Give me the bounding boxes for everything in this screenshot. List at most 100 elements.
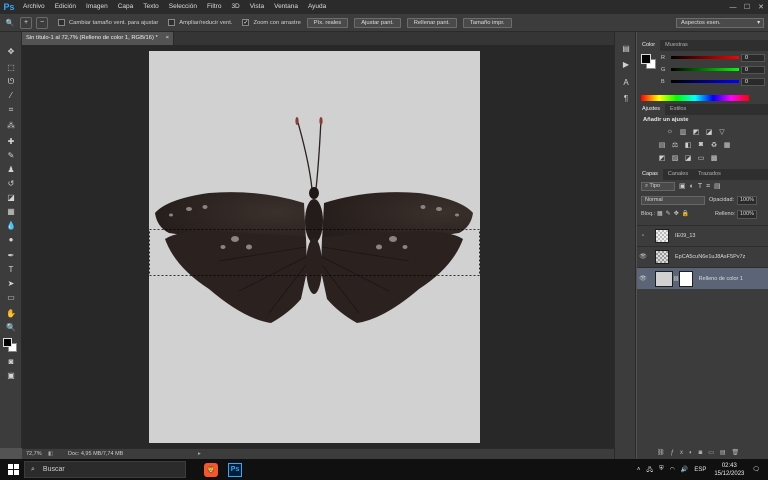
menu-texto[interactable]: Texto bbox=[138, 0, 164, 14]
menu-imagen[interactable]: Imagen bbox=[81, 0, 113, 14]
actual-pixels-button[interactable]: Píx. reales bbox=[306, 17, 349, 28]
brush-tool-icon[interactable]: ✎ bbox=[5, 150, 17, 161]
screen-mode-icon[interactable]: ▣ bbox=[5, 370, 17, 381]
workspace-select[interactable]: Aspectos esen. ▾ bbox=[676, 18, 764, 28]
pen-tool-icon[interactable]: ✒ bbox=[5, 250, 17, 261]
channel-mixer-icon[interactable]: ♻ bbox=[709, 140, 719, 149]
fit-screen-button[interactable]: Ajustar pant. bbox=[354, 17, 401, 28]
network-icon[interactable]: 🖧 bbox=[646, 465, 653, 475]
color-balance-icon[interactable]: ⚖ bbox=[670, 140, 680, 149]
chevron-up-icon[interactable]: ˄ bbox=[637, 467, 641, 473]
character-panel-icon[interactable]: A bbox=[620, 76, 632, 88]
wifi-icon[interactable]: ◠ bbox=[670, 466, 675, 473]
photo-filter-icon[interactable]: ◙ bbox=[696, 140, 706, 149]
gradient-map-icon[interactable]: ▭ bbox=[696, 153, 706, 162]
document-tab[interactable]: Sin título-1 al 72,7% (Relleno de color … bbox=[22, 32, 174, 45]
dodge-tool-icon[interactable]: ● bbox=[5, 234, 17, 245]
red-track[interactable] bbox=[671, 56, 739, 59]
green-track[interactable] bbox=[671, 68, 739, 71]
tab-layers[interactable]: Capas bbox=[637, 169, 663, 180]
visibility-off-icon[interactable]: ▫ bbox=[637, 233, 649, 239]
layer-filter-select[interactable]: ⌕ Tipo bbox=[641, 182, 675, 191]
clock[interactable]: 02:43 15/12/2023 bbox=[714, 462, 744, 478]
fill-field[interactable]: 100% bbox=[737, 210, 757, 219]
zoom-level[interactable]: 72,7% bbox=[26, 451, 48, 457]
fg-color-swatch[interactable] bbox=[641, 54, 651, 64]
selective-color-icon[interactable]: ▩ bbox=[709, 153, 719, 162]
green-slider[interactable]: G 0 bbox=[661, 65, 765, 74]
security-icon[interactable]: ⛨ bbox=[659, 466, 664, 473]
healing-brush-tool-icon[interactable]: ✚ bbox=[5, 136, 17, 147]
actions-panel-icon[interactable]: ▶ bbox=[620, 58, 632, 70]
black-white-icon[interactable]: ◧ bbox=[683, 140, 693, 149]
hue-saturation-icon[interactable]: ▤ bbox=[657, 140, 667, 149]
resize-windows-checkbox[interactable]: Cambiar tamaño vent. para ajustar bbox=[58, 19, 158, 26]
marquee-tool-icon[interactable]: ⬚ bbox=[5, 62, 17, 73]
menu-ventana[interactable]: Ventana bbox=[269, 0, 303, 14]
layer-actions[interactable]: ⛓ƒx◐◙▭▤🗑 bbox=[657, 449, 745, 456]
gradient-tool-icon[interactable]: ▦ bbox=[5, 206, 17, 217]
blur-tool-icon[interactable]: 💧 bbox=[5, 220, 17, 231]
hand-tool-icon[interactable]: ✋ bbox=[5, 308, 17, 319]
language-indicator[interactable]: ESP bbox=[694, 467, 706, 473]
foreground-swatch[interactable] bbox=[3, 338, 12, 347]
photoshop-taskbar-icon[interactable]: Ps bbox=[228, 462, 242, 477]
print-size-button[interactable]: Tamaño impr. bbox=[462, 17, 512, 28]
layer-row[interactable]: 👁 EpCA5cuN6e1uJ8AsF5Pv7z... bbox=[637, 246, 768, 266]
volume-icon[interactable]: 🔊 bbox=[681, 466, 688, 473]
quick-mask-icon[interactable]: ◙ bbox=[5, 356, 17, 367]
layer-filter-icons[interactable]: ▣◐T⌗▤ bbox=[679, 182, 725, 191]
paragraph-panel-icon[interactable]: ¶ bbox=[620, 92, 632, 104]
notifications-icon[interactable]: 🗨 bbox=[752, 466, 760, 473]
scrubby-zoom-checkbox[interactable]: ✓ Zoom con arrastre bbox=[242, 19, 301, 26]
eraser-tool-icon[interactable]: ◪ bbox=[5, 192, 17, 203]
menu-capa[interactable]: Capa bbox=[113, 0, 139, 14]
clone-stamp-tool-icon[interactable]: ♟ bbox=[5, 164, 17, 175]
layer-row[interactable]: ▫ IE09_13 bbox=[637, 225, 768, 245]
tab-adjustments[interactable]: Ajustes bbox=[637, 104, 666, 115]
opacity-field[interactable]: 100% bbox=[737, 196, 757, 205]
quick-selection-tool-icon[interactable]: ⁄ bbox=[5, 90, 17, 101]
chevron-right-icon[interactable]: ▸ bbox=[198, 451, 201, 457]
menu-vista[interactable]: Vista bbox=[245, 0, 269, 14]
minimize-button[interactable]: — bbox=[726, 0, 740, 14]
menu-seleccion[interactable]: Selección bbox=[164, 0, 202, 14]
zoom-in-icon[interactable]: + bbox=[20, 16, 32, 29]
close-window-button[interactable]: ✕ bbox=[754, 0, 768, 14]
menu-edicion[interactable]: Edición bbox=[50, 0, 81, 14]
vibrance-icon[interactable]: ▽ bbox=[717, 127, 727, 136]
lock-icons[interactable]: ▦✎✥🔒 bbox=[657, 210, 692, 217]
threshold-icon[interactable]: ◪ bbox=[683, 153, 693, 162]
color-spectrum[interactable] bbox=[641, 95, 749, 101]
move-tool-icon[interactable]: ✥ bbox=[5, 46, 17, 57]
maximize-button[interactable]: ☐ bbox=[740, 0, 754, 14]
tab-color[interactable]: Color bbox=[637, 40, 661, 51]
taskbar-search[interactable]: ⌕ Buscar bbox=[24, 461, 186, 478]
zoom-out-icon[interactable]: − bbox=[36, 16, 48, 29]
menu-3d[interactable]: 3D bbox=[226, 0, 244, 14]
type-tool-icon[interactable]: T bbox=[5, 264, 17, 275]
close-icon[interactable]: × bbox=[166, 32, 169, 45]
lasso-tool-icon[interactable]: ᘎ bbox=[5, 76, 17, 87]
menu-archivo[interactable]: Archivo bbox=[18, 0, 50, 14]
invert-icon[interactable]: ◩ bbox=[657, 153, 667, 162]
history-brush-tool-icon[interactable]: ↺ bbox=[5, 178, 17, 189]
zoom-tool-icon[interactable]: 🔍 bbox=[4, 17, 16, 29]
canvas-area[interactable] bbox=[22, 45, 614, 448]
history-panel-icon[interactable]: ▤ bbox=[620, 42, 632, 54]
path-selection-tool-icon[interactable]: ➤ bbox=[5, 278, 17, 289]
shape-tool-icon[interactable]: ▭ bbox=[5, 292, 17, 303]
tab-styles[interactable]: Estilos bbox=[665, 104, 691, 115]
eye-icon[interactable]: 👁 bbox=[637, 253, 649, 260]
crop-tool-icon[interactable]: ⌗ bbox=[5, 104, 17, 115]
eye-icon[interactable]: 👁 bbox=[637, 275, 649, 282]
menu-ayuda[interactable]: Ayuda bbox=[303, 0, 331, 14]
tab-channels[interactable]: Canales bbox=[663, 169, 693, 180]
eyedropper-tool-icon[interactable]: ⁂ bbox=[5, 120, 17, 131]
blue-value[interactable]: 0 bbox=[741, 77, 765, 86]
zoom-tool-icon[interactable]: 🔍 bbox=[5, 322, 17, 333]
tab-swatches[interactable]: Muestras bbox=[660, 40, 693, 51]
export-icon[interactable]: ◧ bbox=[48, 451, 58, 457]
blue-track[interactable] bbox=[671, 80, 739, 83]
posterize-icon[interactable]: ▨ bbox=[670, 153, 680, 162]
